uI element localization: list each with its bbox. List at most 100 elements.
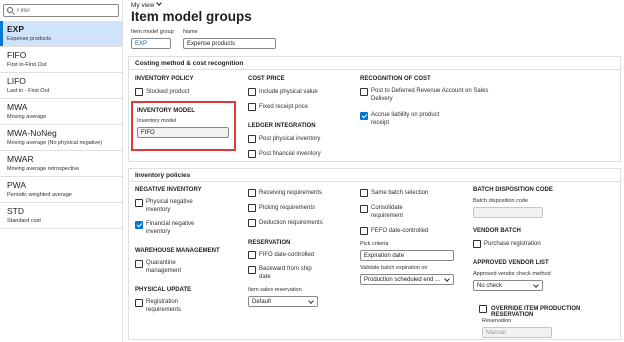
approved-vendor-check-select[interactable]: No check — [473, 280, 543, 291]
purchase-registration-label: Purchase registration — [484, 241, 541, 247]
quarantine-management-label: Quarantine management — [146, 260, 182, 274]
accrue-liability-checkbox[interactable] — [360, 112, 368, 120]
registration-requirements-label: Registration requirements — [146, 299, 182, 313]
post-physical-inventory-checkbox[interactable] — [248, 135, 256, 143]
fefo-date-controlled-label: FEFO date-controlled — [371, 228, 429, 234]
filter-input[interactable] — [17, 6, 117, 16]
pick-criteria-field[interactable]: Expiration date — [360, 250, 454, 261]
list-item-mwa[interactable]: MWA Moving average — [0, 99, 122, 125]
search-icon — [7, 7, 13, 13]
picking-requirements-checkbox[interactable] — [248, 204, 256, 212]
item-model-group-field[interactable]: EXP — [131, 38, 171, 49]
list-item-exp[interactable]: EXP Expense products — [0, 21, 122, 47]
accrue-liability-label: Accrue liability on product receipt — [371, 112, 440, 126]
batch-disposition-code-label: Batch disposition code — [473, 198, 529, 204]
inventory-model-label: Inventory model — [137, 118, 177, 124]
list-item-name: Moving average retrospective — [7, 166, 80, 172]
group-list-pane: EXP Expense products FIFO First in-First… — [0, 0, 123, 342]
validate-batch-expiration-label: Validate batch expiration on — [360, 265, 428, 271]
page-title: Item model groups — [131, 9, 252, 24]
list-item-code: PWA — [7, 180, 27, 190]
list-item-name: Moving average — [7, 114, 47, 120]
group-list: EXP Expense products FIFO First in-First… — [0, 21, 122, 229]
list-item-lifo[interactable]: LIFO Last in - First Out — [0, 73, 122, 99]
filter-box[interactable] — [3, 4, 119, 17]
backward-from-ship-date-checkbox[interactable] — [248, 266, 256, 274]
deduction-requirements-checkbox[interactable] — [248, 219, 256, 227]
inventory-policies-header[interactable]: Inventory policies — [129, 169, 620, 182]
item-sales-reservation-value: Default — [252, 299, 272, 305]
post-physical-inventory-label: Post physical inventory — [259, 136, 321, 142]
override-item-production-reservation-checkbox[interactable] — [479, 305, 487, 313]
fifo-date-controlled-checkbox[interactable] — [248, 251, 256, 259]
ledger-integration-heading: LEDGER INTEGRATION — [248, 123, 316, 129]
recognition-of-cost-heading: RECOGNITION OF COST — [360, 76, 431, 82]
validate-batch-expiration-select[interactable]: Production scheduled end ... — [360, 274, 454, 285]
list-item-code: STD — [7, 206, 24, 216]
chevron-down-icon — [533, 282, 539, 288]
stocked-product-label: Stocked product — [146, 89, 190, 95]
inventory-model-heading: INVENTORY MODEL — [137, 108, 195, 114]
approved-vendor-check-label: Approved vendor check method — [473, 271, 551, 277]
costing-section: Costing method & cost recognition INVENT… — [128, 56, 621, 162]
reservation-heading: RESERVATION — [248, 240, 291, 246]
name-field[interactable]: Expense products — [183, 38, 276, 49]
purchase-registration-checkbox[interactable] — [473, 240, 481, 248]
costing-section-header[interactable]: Costing method & cost recognition — [129, 57, 620, 70]
list-item-fifo[interactable]: FIFO First in-First Out — [0, 47, 122, 73]
list-item-name: Moving average (No physical negative) — [7, 140, 103, 146]
list-item-code: MWA-NoNeg — [7, 128, 57, 138]
vendor-batch-heading: VENDOR BATCH — [473, 228, 521, 234]
list-item-pwa[interactable]: PWA Periodic weighted average — [0, 177, 122, 203]
list-item-name: Expense products — [7, 36, 52, 42]
override-item-production-reservation-label: OVERRIDE ITEM PRODUCTION RESERVATION — [491, 306, 581, 318]
consolidate-requirement-checkbox[interactable] — [360, 205, 368, 213]
include-physical-value-label: Include physical value — [259, 89, 318, 95]
negative-inventory-heading: NEGATIVE INVENTORY — [135, 187, 202, 193]
fifo-date-controlled-label: FIFO date-controlled — [259, 252, 315, 258]
item-sales-reservation-label: Item sales reservation — [248, 287, 302, 293]
fefo-date-controlled-checkbox[interactable] — [360, 227, 368, 235]
warehouse-management-heading: WAREHOUSE MANAGEMENT — [135, 248, 220, 254]
same-batch-selection-label: Same batch selection — [371, 190, 429, 196]
list-item-code: LIFO — [7, 76, 26, 86]
include-physical-value-checkbox[interactable] — [248, 88, 256, 96]
receiving-requirements-checkbox[interactable] — [248, 189, 256, 197]
batch-disposition-code-field[interactable] — [473, 207, 543, 218]
list-item-code: MWA — [7, 102, 28, 112]
list-item-code: EXP — [7, 24, 25, 34]
list-item-code: FIFO — [7, 50, 27, 60]
list-item-name: First in-First Out — [7, 62, 47, 68]
fixed-receipt-price-checkbox[interactable] — [248, 103, 256, 111]
registration-requirements-checkbox[interactable] — [135, 299, 143, 307]
list-item-mwar[interactable]: MWAR Moving average retrospective — [0, 151, 122, 177]
item-sales-reservation-select[interactable]: Default — [248, 296, 318, 307]
quarantine-management-checkbox[interactable] — [135, 260, 143, 268]
post-financial-inventory-checkbox[interactable] — [248, 150, 256, 158]
approved-vendor-list-heading: APPROVED VENDOR LIST — [473, 260, 549, 266]
post-deferred-revenue-checkbox[interactable] — [360, 88, 368, 96]
financial-negative-inventory-label: Financial negative inventory — [146, 221, 195, 235]
detail-pane: My view Item model groups Item model gro… — [124, 0, 624, 342]
reservation-label: Reservation — [482, 318, 512, 324]
financial-negative-inventory-checkbox[interactable] — [135, 221, 143, 229]
approved-vendor-check-value: No check — [477, 283, 503, 289]
list-item-code: MWAR — [7, 154, 34, 164]
name-label: Name — [183, 29, 198, 35]
same-batch-selection-checkbox[interactable] — [360, 189, 368, 197]
physical-update-heading: PHYSICAL UPDATE — [135, 287, 192, 293]
physical-negative-inventory-checkbox[interactable] — [135, 199, 143, 207]
view-selector[interactable]: My view — [131, 0, 163, 9]
receiving-requirements-label: Receiving requirements — [259, 190, 323, 196]
cost-price-heading: COST PRICE — [248, 76, 285, 82]
batch-disposition-code-heading: BATCH DISPOSITION CODE — [473, 187, 553, 193]
stocked-product-checkbox[interactable] — [135, 88, 143, 96]
inventory-model-field[interactable]: FIFO — [137, 127, 229, 138]
chevron-down-icon — [156, 0, 163, 6]
consolidate-requirement-label: Consolidate requirement — [371, 205, 404, 219]
reservation-field[interactable]: Manual — [482, 327, 552, 338]
pick-criteria-label: Pick criteria — [360, 241, 389, 247]
list-item-mwa-noneg[interactable]: MWA-NoNeg Moving average (No physical ne… — [0, 125, 122, 151]
list-item-std[interactable]: STD Standard cost — [0, 203, 122, 229]
post-financial-inventory-label: Post financial inventory — [259, 151, 321, 157]
